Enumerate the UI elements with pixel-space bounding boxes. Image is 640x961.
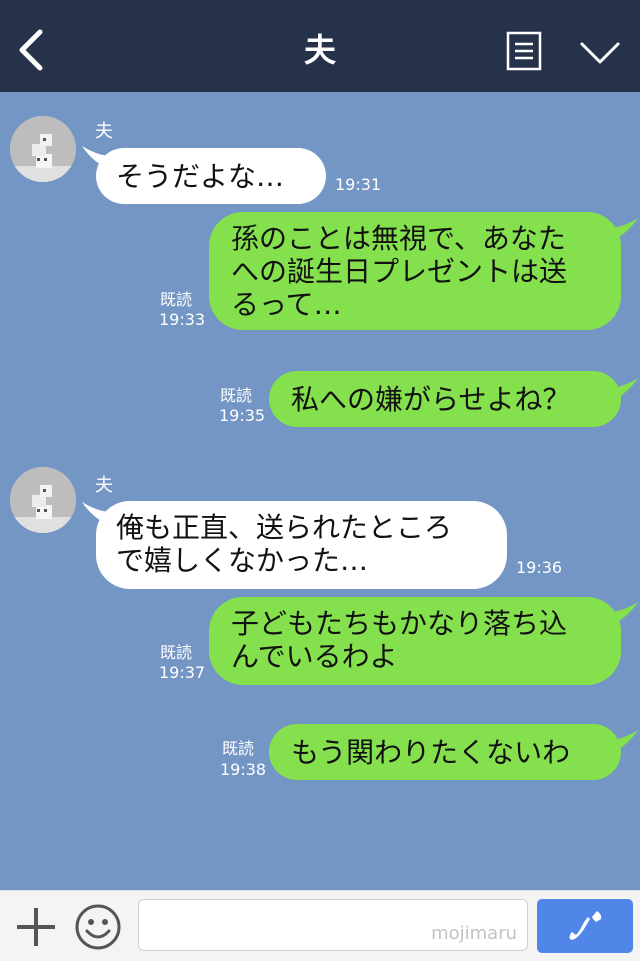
read-receipt: 既読 [160,290,193,309]
read-receipt: 既読 [220,386,253,405]
message-line: 孫のことは無視で、あなた [231,222,566,255]
message-bubble-outgoing[interactable]: 子どもたちもかなり落ち込 んでいるわよ [209,597,621,685]
menu-icon[interactable] [506,31,542,71]
avatar-image [10,467,76,533]
watermark-text: mojimaru [431,923,517,944]
message-time: 19:33 [159,310,206,329]
plus-icon[interactable] [14,905,58,949]
sender-name: 夫 [95,121,113,142]
message-time: 19:36 [516,558,563,577]
message-line: への誕生日プレゼントは送 [231,255,568,288]
message-bubble-outgoing[interactable]: 私への嫌がらせよね？ [269,371,621,427]
read-receipt: 既読 [222,739,255,758]
message-line: るって… [231,288,342,321]
sender-name: 夫 [95,475,113,496]
message-line: 俺も正直、送られたところ [116,511,453,544]
message-time: 19:37 [159,663,206,682]
input-bar: mojimaru [0,890,640,961]
message-bubble-outgoing[interactable]: もう関わりたくないわ [269,724,621,780]
message-text: 私への嫌がらせよね？ [291,383,571,416]
chat-area: 夫 そうだよな… 19:31 孫のことは無視で、あなた への誕生日プレゼントは送… [0,92,640,890]
phone-icon [569,911,602,940]
message-input[interactable]: mojimaru [138,899,528,951]
emoji-icon[interactable] [74,903,122,951]
avatar-image [10,116,76,182]
avatar[interactable] [10,467,76,533]
read-receipt: 既読 [160,643,193,662]
message-line: で嬉しくなかった… [116,544,369,577]
message-bubble-outgoing[interactable]: 孫のことは無視で、あなた への誕生日プレゼントは送 るって… [209,212,621,330]
call-button[interactable] [537,899,633,953]
message-bubble-incoming[interactable]: そうだよな… [96,148,326,204]
message-line: 子どもたちもかなり落ち込 [231,607,568,640]
chevron-down-icon[interactable] [578,36,622,70]
message-time: 19:38 [220,760,267,779]
message-line: んでいるわよ [231,640,398,673]
message-time: 19:35 [219,406,266,425]
chat-title: 夫 [303,31,336,69]
message-text: もう関わりたくないわ [291,736,571,769]
avatar[interactable] [10,116,76,182]
message-text: そうだよな… [116,160,285,193]
chat-header: 夫 [0,0,640,92]
message-bubble-incoming[interactable]: 俺も正直、送られたところ で嬉しくなかった… [96,501,507,589]
message-time: 19:31 [335,175,382,194]
